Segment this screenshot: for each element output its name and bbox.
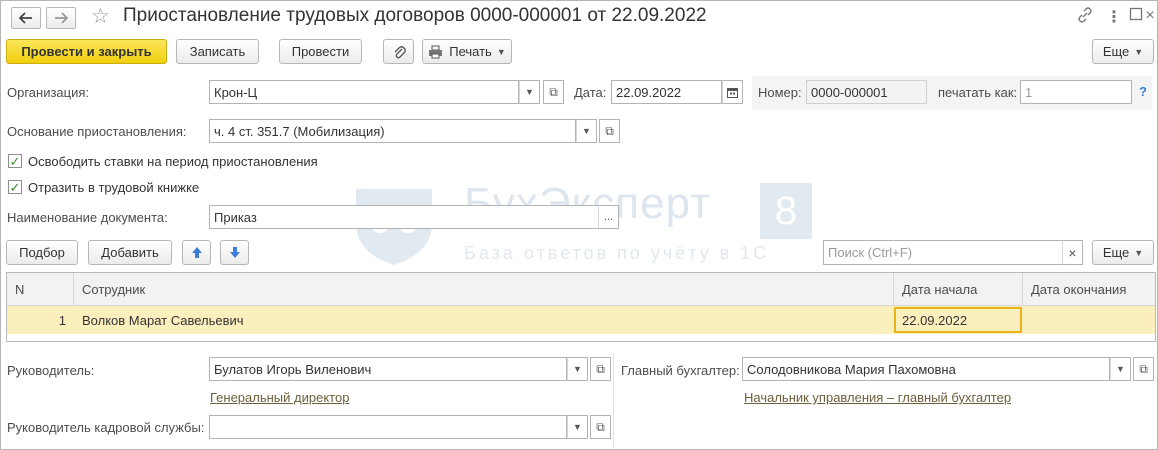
arrow-up-icon (191, 247, 202, 258)
employees-table: N Сотрудник Дата начала Дата окончания 1… (6, 272, 1156, 342)
start-date-cell[interactable]: 22.09.2022 (894, 307, 1022, 333)
back-button[interactable] (11, 7, 41, 29)
basis-dropdown-button[interactable]: ▼ (576, 119, 597, 143)
free-rates-checkbox[interactable]: ✓ (8, 154, 22, 168)
hr-head-field[interactable] (209, 415, 567, 439)
page-title: Приостановление трудовых договоров 0000-… (123, 5, 707, 26)
reflect-workbook-label: Отразить в трудовой книжке (28, 180, 200, 195)
chevron-down-icon: ▼ (1134, 247, 1144, 258)
date-label: Дата: (574, 85, 607, 100)
column-header-start-date[interactable]: Дата начала (894, 273, 1023, 306)
reflect-workbook-checkbox[interactable]: ✓ (8, 180, 22, 194)
hr-head-label: Руководитель кадровой службы: (7, 420, 205, 435)
head-field[interactable]: Булатов Игорь Виленович (209, 357, 567, 381)
basis-open-button[interactable]: ⧉ (599, 119, 620, 143)
post-and-close-button[interactable]: Провести и закрыть (6, 39, 167, 64)
accountant-label: Главный бухгалтер: (621, 363, 740, 378)
column-header-n[interactable]: N (7, 273, 74, 306)
doc-name-select-button[interactable]: ... (598, 205, 619, 229)
employee-cell[interactable]: Волков Марат Савельевич (82, 306, 244, 334)
row-number: 1 (58, 312, 66, 328)
org-label: Организация: (7, 85, 90, 100)
head-open-button[interactable]: ⧉ (590, 357, 611, 381)
chevron-down-icon: ▼ (496, 46, 506, 57)
number-label: Номер: (758, 85, 802, 100)
doc-name-label: Наименование документа: (7, 210, 168, 225)
print-label: Печать (449, 44, 492, 59)
hr-head-open-button[interactable]: ⧉ (590, 415, 611, 439)
forward-arrow-icon (55, 12, 68, 24)
basis-label: Основание приостановления: (7, 124, 187, 139)
calendar-button[interactable] (722, 80, 743, 104)
print-as-field[interactable]: 1 (1020, 80, 1132, 104)
close-icon[interactable]: × (1140, 7, 1158, 25)
post-button[interactable]: Провести (279, 39, 362, 64)
org-open-button[interactable]: ⧉ (543, 80, 564, 104)
head-label: Руководитель: (7, 363, 95, 378)
doc-name-field[interactable]: Приказ (209, 205, 599, 229)
print-button[interactable]: Печать ▼ (422, 39, 512, 64)
hr-head-dropdown-button[interactable]: ▼ (567, 415, 588, 439)
head-dropdown-button[interactable]: ▼ (567, 357, 588, 381)
back-arrow-icon (19, 12, 32, 24)
basis-field[interactable]: ч. 4 ст. 351.7 (Мобилизация) (209, 119, 576, 143)
accountant-open-button[interactable]: ⧉ (1133, 357, 1154, 381)
calendar-icon (727, 87, 738, 98)
arrow-down-icon (229, 247, 240, 258)
number-field[interactable]: 0000-000001 (806, 80, 927, 104)
column-header-end-date[interactable]: Дата окончания (1023, 273, 1155, 306)
attach-button[interactable] (383, 39, 414, 64)
link-icon[interactable] (1075, 7, 1095, 27)
more-label: Еще (1102, 44, 1130, 59)
move-up-button[interactable] (182, 240, 211, 265)
search-clear-button[interactable]: × (1062, 240, 1083, 265)
accountant-position-link[interactable]: Начальник управления – главный бухгалтер (744, 390, 1011, 405)
more-button[interactable]: Еще ▼ (1092, 39, 1154, 64)
head-position-link[interactable]: Генеральный директор (210, 390, 349, 405)
accountant-field[interactable]: Солодовникова Мария Пахомовна (742, 357, 1110, 381)
printer-icon (429, 45, 443, 58)
table-row[interactable]: 1 Волков Марат Савельевич 22.09.2022 (7, 306, 1155, 334)
org-dropdown-button[interactable]: ▼ (519, 80, 540, 104)
free-rates-label: Освободить ставки на период приостановле… (28, 154, 318, 169)
table-more-button[interactable]: Еще ▼ (1092, 240, 1154, 265)
accountant-dropdown-button[interactable]: ▼ (1110, 357, 1131, 381)
watermark-eight: 8 (760, 183, 812, 239)
more-vertical-icon[interactable]: ⋮ (1104, 7, 1124, 27)
watermark-tagline: База ответов по учёту в 1С (464, 243, 770, 263)
forward-button[interactable] (46, 7, 76, 29)
move-down-button[interactable] (220, 240, 249, 265)
date-field[interactable]: 22.09.2022 (611, 80, 722, 104)
chevron-down-icon: ▼ (1134, 46, 1144, 57)
column-header-employee[interactable]: Сотрудник (74, 273, 894, 306)
table-more-label: Еще (1102, 245, 1130, 260)
document-window: БухЭксперт 8 База ответов по учёту в 1С … (0, 0, 1158, 450)
star-icon[interactable]: ☆ (91, 4, 110, 29)
save-button[interactable]: Записать (176, 39, 259, 64)
help-icon[interactable]: ? (1139, 84, 1147, 99)
print-as-label: печатать как: (938, 85, 1018, 100)
org-field[interactable]: Крон-Ц (209, 80, 519, 104)
add-button[interactable]: Добавить (88, 240, 172, 265)
paperclip-icon (394, 45, 406, 58)
search-input[interactable]: Поиск (Ctrl+F) (823, 240, 1063, 265)
pick-button[interactable]: Подбор (6, 240, 78, 265)
divider (613, 353, 614, 447)
